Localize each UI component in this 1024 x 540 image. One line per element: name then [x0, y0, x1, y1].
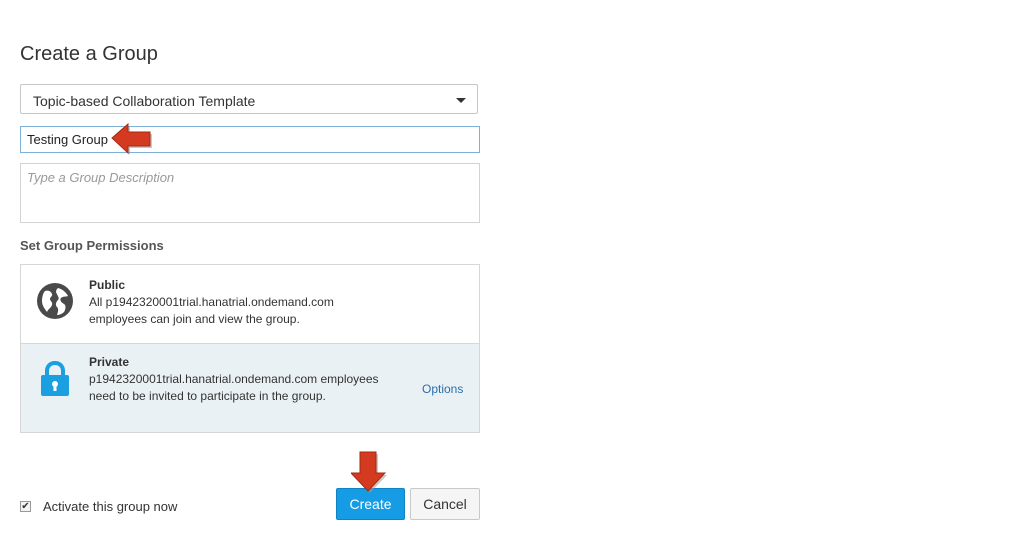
permissions-list: Public All p1942320001trial.hanatrial.on…: [20, 264, 480, 433]
permission-option-private[interactable]: Private p1942320001trial.hanatrial.ondem…: [21, 344, 479, 432]
annotation-arrow-down-icon: [351, 451, 387, 493]
activate-group-checkbox[interactable]: ✔: [20, 501, 31, 512]
activate-group-label: Activate this group now: [43, 499, 178, 514]
cancel-button[interactable]: Cancel: [410, 488, 480, 520]
permission-title-private: Private: [89, 355, 130, 369]
group-description-input[interactable]: [20, 163, 480, 223]
globe-icon: [37, 283, 73, 319]
permissions-heading: Set Group Permissions: [20, 238, 164, 253]
annotation-arrow-left-icon: [111, 122, 152, 155]
permission-description-public: All p1942320001trial.hanatrial.ondemand.…: [89, 295, 334, 326]
template-select[interactable]: Topic-based Collaboration Template: [20, 84, 478, 114]
page-title: Create a Group: [20, 43, 158, 66]
group-name-input[interactable]: [20, 126, 480, 153]
permission-option-public[interactable]: Public All p1942320001trial.hanatrial.on…: [21, 265, 479, 344]
private-options-link[interactable]: Options: [422, 382, 463, 396]
lock-icon: [41, 360, 69, 396]
template-select-value: Topic-based Collaboration Template: [33, 93, 256, 109]
permission-title-public: Public: [89, 278, 126, 292]
chevron-down-icon: [456, 98, 466, 103]
permission-description-private: p1942320001trial.hanatrial.ondemand.com …: [89, 372, 379, 403]
